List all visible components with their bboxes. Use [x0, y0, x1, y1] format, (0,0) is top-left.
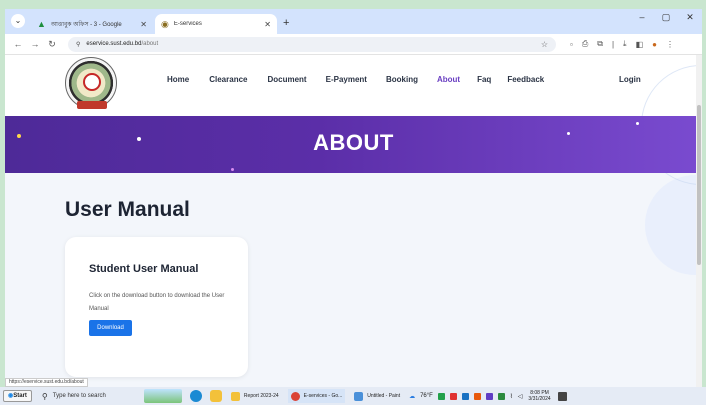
search-placeholder: Type here to search [52, 393, 106, 399]
hero-title: ABOUT [313, 130, 394, 155]
taskbar-search[interactable]: ⚲ Type here to search [38, 389, 138, 403]
bookmark-star-icon[interactable]: ☆ [541, 40, 548, 49]
system-tray: ☁ 76°F ⌇ ◁ [409, 392, 523, 400]
tray-app-icon[interactable] [497, 392, 505, 400]
section-title: User Manual [65, 198, 190, 221]
seal-icon [83, 73, 101, 91]
site-header: Home Clearance Document E-Payment Bookin… [5, 55, 702, 185]
paint-icon [354, 391, 364, 401]
tray-app-icon[interactable] [473, 392, 481, 400]
decorative-dot [636, 122, 639, 125]
menu-icon[interactable]: ⋮ [666, 40, 674, 49]
decorative-dot [231, 168, 234, 171]
sidepanel-icon[interactable]: ◧ [636, 40, 644, 49]
search-icon: ⚲ [41, 391, 48, 401]
clock[interactable]: 8:08 PM 3/31/2024 [528, 390, 550, 402]
maximize-button[interactable]: ▢ [654, 12, 678, 23]
browser-window: ⌄ ▲ আত্তাবুক অফিস - 3 - Google ✕ ◉ E-ser… [5, 9, 702, 387]
extension-icon[interactable]: ▫ [570, 40, 573, 49]
search-highlight-image[interactable] [143, 389, 182, 403]
scrollbar-thumb[interactable] [697, 105, 701, 265]
tray-app-icon[interactable] [485, 392, 493, 400]
main-nav: Home Clearance Document E-Payment Bookin… [162, 75, 544, 84]
tray-app-icon[interactable] [461, 392, 469, 400]
edge-icon[interactable] [189, 390, 202, 402]
folder-icon [230, 391, 240, 401]
weather-temp[interactable]: 76°F [420, 393, 433, 399]
nav-faq[interactable]: Faq [477, 75, 491, 84]
card-title: Student User Manual [89, 263, 199, 275]
print-icon[interactable]: ⎙ [582, 39, 588, 49]
extension-icons: ▫ ⎙ ⧉ | ⤓ ◧ ● ⋮ [570, 39, 674, 49]
nav-about[interactable]: About [437, 75, 460, 84]
site-info-icon[interactable]: ⚲ [76, 41, 80, 48]
window-controls: – ▢ ✕ [630, 12, 702, 23]
clock-date: 3/31/2024 [528, 396, 551, 402]
close-tab-icon[interactable]: ✕ [140, 20, 147, 29]
download-icon[interactable]: ⤓ [623, 39, 627, 49]
start-button[interactable]: ◉Start [3, 390, 32, 402]
nav-epayment[interactable]: E-Payment [326, 75, 367, 84]
url-input[interactable]: ⚲ eservice.sust.edu.bd/about ☆ [68, 36, 556, 52]
nav-clearance[interactable]: Clearance [209, 75, 247, 84]
tab-drive[interactable]: ▲ আত্তাবুক অফিস - 3 - Google ✕ [31, 14, 153, 34]
nav-home[interactable]: Home [167, 75, 189, 84]
tab-label: E-services [173, 21, 202, 27]
tray-app-icon[interactable] [449, 392, 457, 400]
close-window-button[interactable]: ✕ [678, 12, 702, 23]
user-manual-card: Student User Manual Click on the downloa… [65, 237, 248, 377]
decorative-circle [645, 175, 702, 275]
web-page: Home Clearance Document E-Payment Bookin… [5, 55, 702, 387]
app-label: Untitled - Paint [367, 393, 401, 399]
status-url: https://eservice.sust.edu.bd/about [5, 378, 88, 387]
card-description: Click on the download button to download… [89, 293, 225, 312]
weather-icon: ☁ [409, 393, 416, 400]
notification-icon[interactable] [557, 391, 567, 401]
tab-eservices[interactable]: ◉ E-services ✕ [155, 14, 277, 34]
avatar[interactable]: ● [652, 40, 657, 49]
nav-document[interactable]: Document [267, 75, 306, 84]
site-favicon-icon: ◉ [161, 18, 169, 29]
network-icon[interactable]: ⌇ [510, 393, 513, 400]
university-logo[interactable] [65, 57, 117, 109]
tab-search-icon[interactable]: ⌄ [11, 14, 25, 28]
minimize-button[interactable]: – [630, 12, 654, 23]
chrome-icon [290, 391, 300, 401]
taskbar: ◉Start ⚲ Type here to search Report 2023… [0, 387, 706, 405]
file-explorer-icon[interactable] [209, 390, 222, 402]
drive-icon: ▲ [37, 19, 46, 29]
tab-label: আত্তাবুক অফিস - 3 - Google [50, 21, 122, 28]
back-icon[interactable]: ← [11, 39, 25, 49]
address-bar: ← → ↻ ⚲ eservice.sust.edu.bd/about ☆ ▫ ⎙… [5, 34, 702, 55]
volume-icon[interactable]: ◁ [518, 393, 523, 400]
tab-bar: ⌄ ▲ আত্তাবুক অফিস - 3 - Google ✕ ◉ E-ser… [5, 9, 702, 34]
login-link[interactable]: Login [619, 75, 641, 84]
reload-icon[interactable]: ↻ [45, 39, 59, 50]
hero-banner: ABOUT [5, 116, 702, 173]
new-tab-button[interactable]: + [283, 17, 289, 29]
url-host: eservice.sust.edu.bd [86, 41, 142, 47]
start-label: Start [13, 393, 27, 399]
taskbar-app-report[interactable]: Report 2023-24 [228, 389, 282, 403]
taskbar-app-paint[interactable]: Untitled - Paint [351, 389, 403, 403]
taskbar-app-chrome[interactable]: E-services - Go... [287, 389, 346, 403]
close-tab-icon[interactable]: ✕ [264, 20, 271, 29]
nav-feedback[interactable]: Feedback [507, 75, 544, 84]
separator-icon: | [611, 39, 615, 49]
page-scrollbar[interactable] [696, 55, 702, 387]
tray-app-icon[interactable] [437, 392, 445, 400]
nav-booking[interactable]: Booking [386, 75, 418, 84]
url-path: /about [141, 41, 159, 47]
app-label: E-services - Go... [303, 393, 343, 399]
forward-icon[interactable]: → [28, 39, 42, 49]
puzzle-icon[interactable]: ⧉ [597, 39, 603, 49]
app-label: Report 2023-24 [243, 393, 279, 399]
ribbon-icon [77, 101, 107, 109]
download-button[interactable]: Download [89, 320, 132, 336]
